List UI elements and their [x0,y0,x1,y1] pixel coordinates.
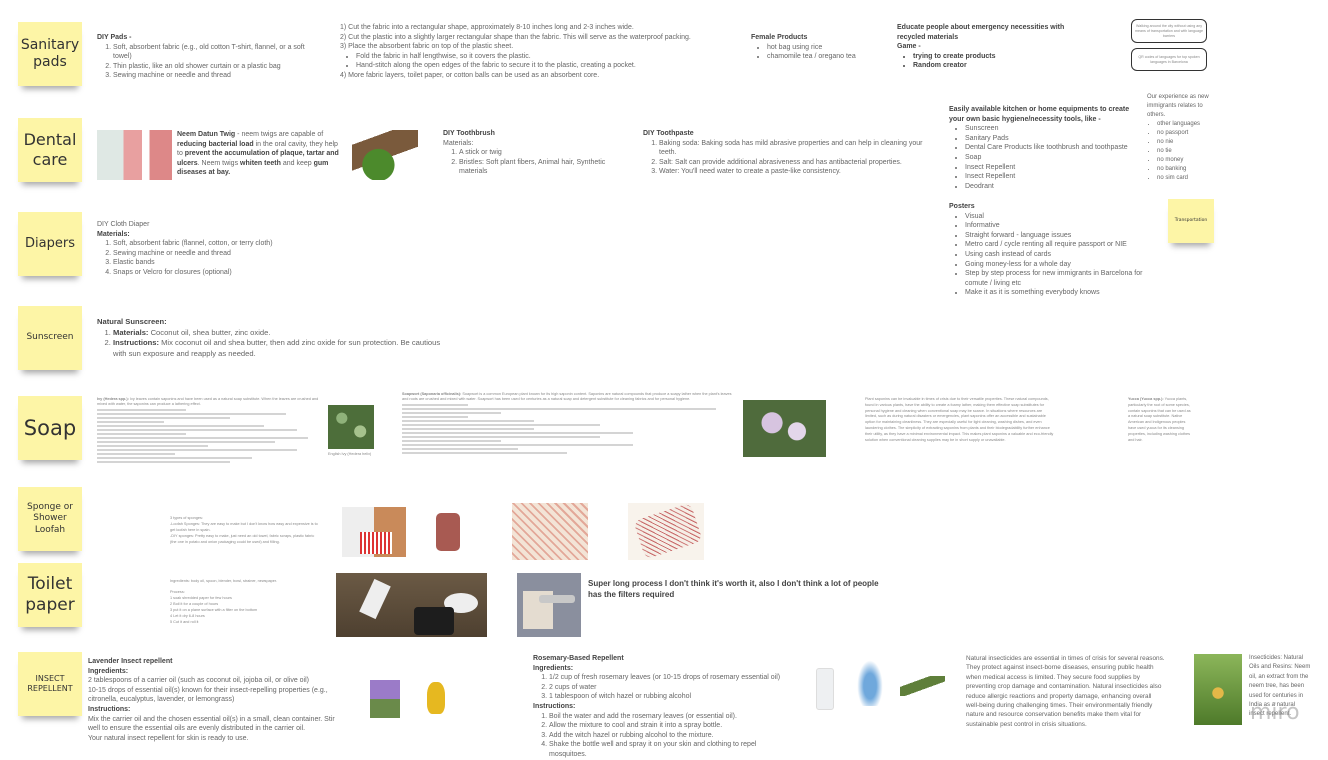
posters-text: Posters VisualInformativeStraight forwar… [949,202,1159,298]
kitchen-tools-image [336,573,487,637]
neem-tree-image [1194,654,1242,725]
loofah-net-image [436,513,460,551]
water-splash-image [855,656,885,706]
pads-steps-text: 1) Cut the fabric into a rectangular sha… [340,23,730,81]
soapwort-image [743,400,826,457]
miro-watermark: miro [1250,700,1300,725]
neem-smile-image [97,130,172,180]
lavender-repellent-text: Lavender Insect repellent Ingredients: 2 … [88,658,335,742]
toilet-paper-process-text: Ingredients: body oil, spoon, blender, b… [170,579,278,624]
diy-cloth-diaper-text: DIY Cloth DiaperMaterials: Soft, absorbe… [97,220,347,278]
sticky-transportation[interactable]: Transportation [1168,199,1214,243]
soapwort-text: Soapwort (Saponaria officinalis): Soapwo… [402,392,732,456]
qr-codes-box[interactable]: QR codes of languages for top spoken lan… [1131,48,1207,71]
educate-text: Educate people about emergency necessiti… [897,23,1087,71]
sticky-sunscreen[interactable]: Sunscreen [18,306,82,370]
hand-sponge-image [628,502,704,560]
ivy-instructions-lines [97,409,319,463]
ivy-text: Ivy (Hedera spp.): Ivy leaves contain sa… [97,397,319,465]
experience-text: Our experience as new immigrants relates… [1147,93,1217,183]
natural-insecticides-text: Natural insecticides are essential in ti… [966,655,1165,728]
yucca-text: Yucca (Yucca spp.): Yucca plants, partic… [1128,397,1191,442]
toilet-roll-image [517,573,581,637]
towel-sponge-image [512,503,588,560]
sponge-types-text: 3 types of sponges: -Loofah Sponges: They… [170,516,318,544]
walking-city-box[interactable]: Walking around the city without using an… [1131,19,1207,43]
diy-toothbrush-text: DIY ToothbrushMaterials: A stick or twig… [443,129,623,177]
alcohol-bottle-image [816,668,834,710]
diy-pads-text: DIY Pads - Soft, absorbent fabric (e.g.,… [97,33,317,81]
female-products-text: Female Products hot bag using ricechamom… [751,33,881,62]
equipments-text: Easily available kitchen or home equipme… [949,105,1144,191]
ivy-caption: English Ivy (Hedera helix) [328,452,372,456]
lavender-image [370,676,400,718]
sticky-sanitary-pads[interactable]: Sanitary pads [18,22,82,86]
sticky-sponge[interactable]: Sponge or Shower Loofah [18,487,82,551]
neem-twigs-image [352,130,418,180]
fabric-scraps-image [342,507,406,557]
oil-bottle-image [415,680,460,718]
sticky-toilet-paper[interactable]: Toilet paper [18,563,82,627]
sticky-diapers[interactable]: Diapers [18,212,82,276]
natural-sunscreen-text: Natural Sunscreen: Materials: Coconut oi… [97,317,447,359]
plant-saponins-text: Plant saponins can be invaluable in time… [865,397,1054,442]
rosemary-image [900,676,945,696]
sticky-soap[interactable]: Soap [18,396,82,460]
sticky-insect-repellent[interactable]: INSECT REPELLENT [18,652,82,716]
sticky-dental-care[interactable]: Dental care [18,118,82,182]
rosemary-repellent-text: Rosemary-Based RepellentIngredients: 1/2… [533,654,793,760]
ivy-image [328,405,374,449]
toilet-paper-note: Super long process I don't think it's wo… [588,579,879,599]
neem-twig-text: Neem Datun Twig - neem twigs are capable… [177,131,339,177]
diy-toothpaste-text: DIY Toothpaste Baking soda: Baking soda … [643,129,923,177]
